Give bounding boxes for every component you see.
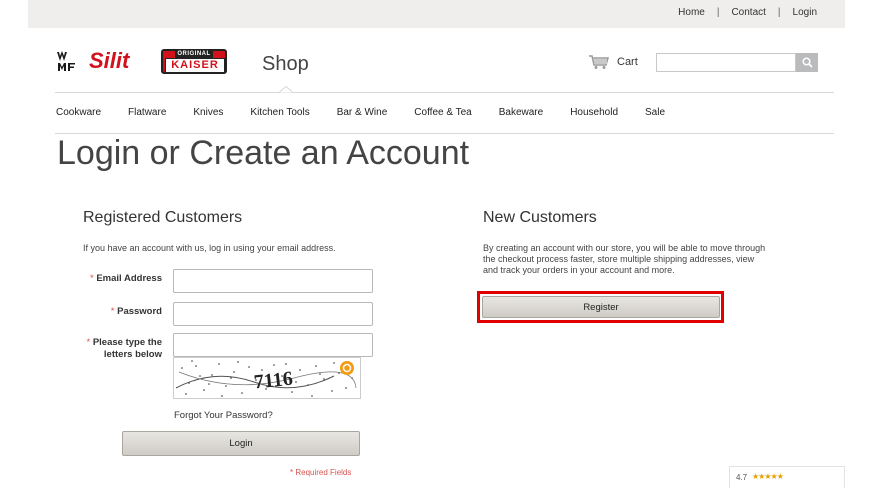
kaiser-logo[interactable]: ORIGINAL KAISER — [161, 49, 227, 74]
captcha-text: 7116 — [253, 368, 294, 394]
new-customers-text-line2: the checkout process faster, store multi… — [483, 254, 755, 264]
captcha-field[interactable] — [173, 333, 373, 357]
registered-customers-title: Registered Customers — [83, 209, 243, 226]
nav-item-bar-wine[interactable]: Bar & Wine — [337, 107, 388, 118]
cart-icon — [589, 55, 609, 69]
search-input[interactable] — [656, 53, 796, 72]
right-margin — [845, 0, 870, 488]
rating-widget[interactable]: 4.7 ★★★★★ — [729, 466, 845, 488]
cart-label: Cart — [617, 56, 638, 68]
nav-item-household[interactable]: Household — [570, 107, 618, 118]
login-link[interactable]: Login — [793, 7, 817, 18]
nav-item-kitchen-tools[interactable]: Kitchen Tools — [250, 107, 309, 118]
shop-section-title[interactable]: Shop — [262, 53, 309, 76]
new-customers-text-line1: By creating an account with our store, y… — [483, 243, 766, 253]
nav-item-flatware[interactable]: Flatware — [128, 107, 166, 118]
new-customers-text-line3: and track your orders in your account an… — [483, 265, 675, 275]
silit-logo[interactable]: Silit — [89, 48, 129, 74]
category-nav: Cookware Flatware Knives Kitchen Tools B… — [56, 107, 692, 118]
captcha-label-line1: Please type the — [92, 337, 162, 348]
contact-link[interactable]: Contact — [731, 7, 765, 18]
home-link[interactable]: Home — [678, 7, 705, 18]
required-mark: * — [86, 337, 91, 348]
top-utility-bar: Home | Contact | Login — [28, 0, 845, 28]
top-links: Home | Contact | Login — [678, 7, 817, 18]
rating-score: 4.7 — [736, 473, 748, 482]
rating-stars-icon: ★★★★★ — [752, 472, 784, 481]
search-icon — [801, 57, 813, 68]
required-mark: * — [90, 273, 94, 284]
password-label-text: Password — [117, 306, 162, 317]
login-button[interactable]: Login — [122, 431, 360, 456]
register-highlight-box — [477, 291, 724, 323]
header-divider — [55, 92, 834, 93]
registered-intro: If you have an account with us, log in u… — [83, 243, 336, 253]
forgot-password-link[interactable]: Forgot Your Password? — [174, 410, 273, 421]
page-title: Login or Create an Account — [57, 134, 470, 172]
kaiser-logo-text: KAISER — [165, 58, 225, 73]
password-field[interactable] — [173, 302, 373, 326]
nav-item-knives[interactable]: Knives — [193, 107, 223, 118]
captcha-label: * Please type the letters below — [70, 337, 162, 361]
required-mark: * — [110, 306, 115, 317]
link-separator: | — [716, 7, 720, 18]
nav-item-sale[interactable]: Sale — [645, 107, 665, 118]
captcha-noise: 7116 — [175, 360, 357, 397]
nav-item-cookware[interactable]: Cookware — [56, 107, 101, 118]
new-customers-text: By creating an account with our store, y… — [483, 243, 803, 276]
password-label: * Password — [70, 306, 162, 317]
wmf-logo[interactable] — [57, 51, 77, 71]
search-button[interactable] — [796, 53, 818, 72]
captcha-label-line2: letters below — [103, 349, 162, 360]
link-separator: | — [777, 7, 781, 18]
captcha-image: 7116 — [173, 357, 361, 399]
email-label: * Email Address — [70, 273, 162, 284]
nav-item-coffee-tea[interactable]: Coffee & Tea — [414, 107, 471, 118]
shop-indicator-notch — [279, 86, 293, 93]
email-label-text: Email Address — [96, 273, 162, 284]
email-field[interactable] — [173, 269, 373, 293]
required-fields-note: * Required Fields — [290, 468, 352, 477]
new-customers-title: New Customers — [483, 209, 597, 226]
cart-link[interactable]: Cart — [588, 54, 638, 70]
kaiser-logo-top: ORIGINAL — [175, 51, 213, 58]
nav-item-bakeware[interactable]: Bakeware — [499, 107, 543, 118]
